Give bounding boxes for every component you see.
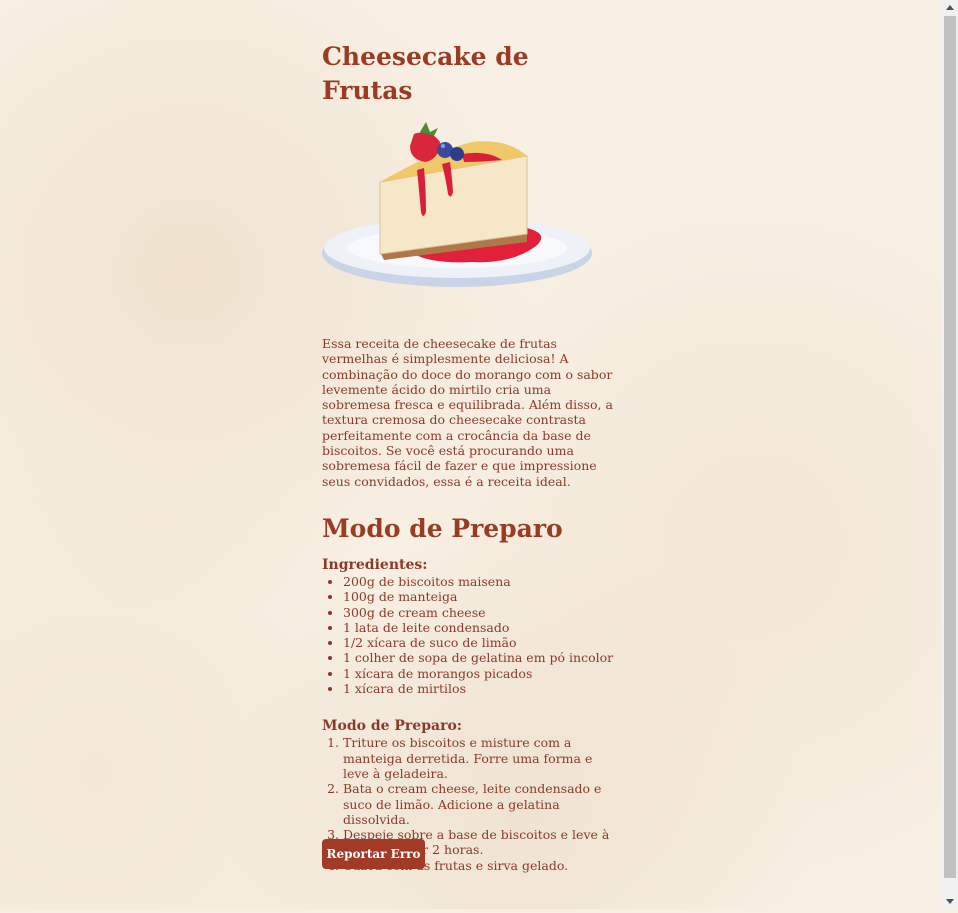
- scrollbar-thumb[interactable]: [944, 16, 956, 878]
- ingredients-list: 200g de biscoitos maisena 100g de mantei…: [322, 574, 622, 696]
- triangle-down-icon[interactable]: [942, 893, 958, 909]
- recipe-intro: Essa receita de cheesecake de frutas ver…: [322, 336, 613, 489]
- page-title: Cheesecake de Frutas: [322, 42, 529, 105]
- ingredient-item: 1 lata de leite condensado: [343, 620, 622, 635]
- ingredient-item: 1/2 xícara de suco de limão: [343, 635, 622, 650]
- step-item: Bata o cream cheese, leite condensado e …: [343, 781, 622, 827]
- vertical-scrollbar[interactable]: [942, 0, 958, 909]
- ingredient-item: 200g de biscoitos maisena: [343, 574, 622, 589]
- report-error-button[interactable]: Reportar Erro: [322, 839, 425, 869]
- steps-title: Modo de Preparo:: [322, 718, 462, 735]
- recipe-content: Cheesecake de Frutas Essa receita de che…: [322, 40, 622, 873]
- ingredient-item: 300g de cream cheese: [343, 605, 622, 620]
- ingredient-item: 1 xícara de mirtilos: [343, 681, 622, 696]
- ingredients-title: Ingredientes:: [322, 556, 428, 573]
- section-title: Modo de Preparo: [322, 513, 563, 543]
- step-item: Triture os biscoitos e misture com a man…: [343, 735, 622, 781]
- ingredient-item: 1 xícara de morangos picados: [343, 666, 622, 681]
- ingredient-item: 100g de manteiga: [343, 589, 622, 604]
- ingredient-item: 1 colher de sopa de gelatina em pó incol…: [343, 650, 622, 665]
- triangle-up-icon[interactable]: [942, 0, 958, 16]
- cheesecake-image: [322, 120, 596, 290]
